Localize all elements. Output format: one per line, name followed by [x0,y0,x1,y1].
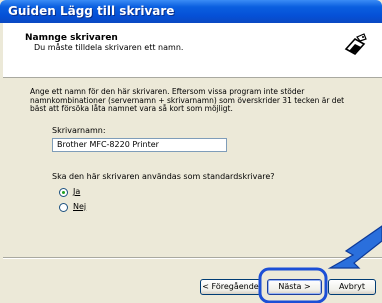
wizard-header: Namnge skrivaren Du måste tilldela skriv… [3,23,382,78]
radio-yes-indicator[interactable] [59,188,68,197]
back-button[interactable]: < Föregående [200,279,261,295]
radio-no-label: Nej [73,202,87,211]
radio-no[interactable]: Nej [59,202,179,214]
page-title: Namnge skrivaren [25,33,118,43]
printer-name-input[interactable]: Brother MFC-8220 Printer [52,138,227,152]
add-printer-wizard-window: Guiden Lägg till skrivare Namnge skrivar… [0,0,382,303]
window-title: Guiden Lägg till skrivare [8,4,175,18]
page-subtitle: Du måste tilldela skrivaren ett namn. [34,43,184,52]
radio-yes[interactable]: Ja [59,187,179,199]
default-printer-question: Ska den här skrivaren användas som stand… [52,172,275,181]
radio-yes-label: Ja [73,187,81,196]
footer-divider [3,257,382,258]
next-button[interactable]: Nästa > [267,279,322,295]
printer-icon [340,31,370,61]
cancel-button[interactable]: Avbryt [328,279,376,295]
printer-name-label: Skrivarnamn: [52,126,106,135]
title-bar[interactable]: Guiden Lägg till skrivare [0,0,382,23]
wizard-content: Ange ett namn för den här skrivaren. Eft… [3,78,382,257]
radio-no-indicator[interactable] [59,203,68,212]
intro-text: Ange ett namn för den här skrivaren. Eft… [30,87,345,114]
